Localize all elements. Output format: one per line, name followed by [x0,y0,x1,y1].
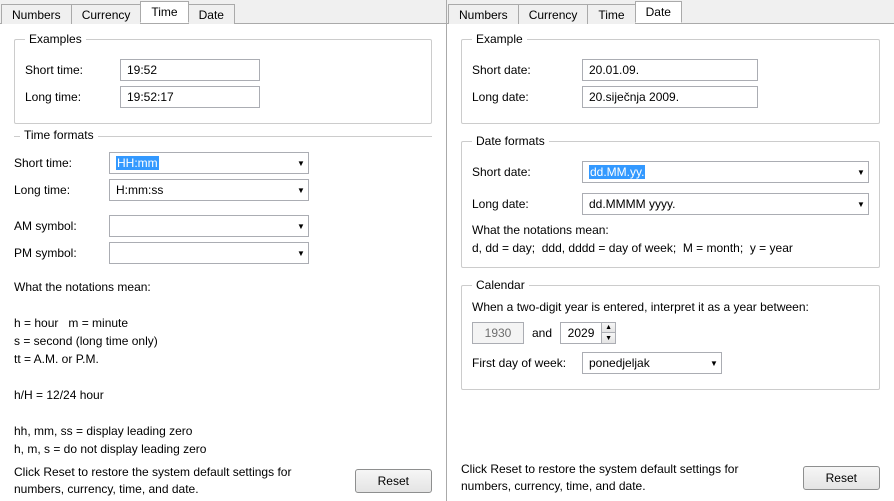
long-time-label: Long time: [25,90,120,104]
and-label: and [532,326,552,340]
first-day-combo[interactable]: ponedjeljak ▼ [582,352,722,374]
short-date-example [582,59,758,81]
fmt-short-time-label: Short time: [14,156,109,170]
long-date-label: Long date: [472,90,582,104]
date-formats-legend: Date formats [472,134,549,148]
spinner-up-icon[interactable]: ▲ [602,323,615,333]
reset-button[interactable]: Reset [355,469,432,493]
spinner-down-icon[interactable]: ▼ [602,333,615,343]
tab-date[interactable]: Date [188,4,235,24]
chevron-down-icon: ▼ [294,159,308,168]
date-notations-notes: What the notations mean: d, dd = day; dd… [472,221,869,257]
calendar-group: Calendar When a two-digit year is entere… [461,278,880,390]
long-time-format-combo[interactable]: H:mm:ss ▼ [109,179,309,201]
fmt-long-time-label: Long time: [14,183,109,197]
year-to-spinner[interactable]: ▲ ▼ [560,322,616,344]
chevron-down-icon: ▼ [294,222,308,231]
long-date-format-combo[interactable]: dd.MMMM yyyy. ▼ [582,193,869,215]
tab-time[interactable]: Time [140,1,188,23]
pm-symbol-label: PM symbol: [14,246,109,260]
tab-date[interactable]: Date [635,1,682,23]
left-tabs: Numbers Currency Time Date [0,0,446,24]
tab-currency[interactable]: Currency [518,4,589,24]
formats-legend: Time formats [20,128,98,142]
footer-text: Click Reset to restore the system defaul… [14,464,355,498]
chevron-down-icon: ▼ [294,249,308,258]
examples-group: Examples Short time: Long time: [14,32,432,124]
fmt-short-date-label: Short date: [472,165,582,179]
calendar-text: When a two-digit year is entered, interp… [472,300,869,314]
am-symbol-combo[interactable]: ▼ [109,215,309,237]
chevron-down-icon: ▼ [854,200,868,209]
example-legend: Example [472,32,527,46]
examples-legend: Examples [25,32,86,46]
date-formats-group: Date formats Short date: dd.MM.yy. ▼ Lon… [461,134,880,268]
fmt-long-date-label: Long date: [472,197,582,211]
pm-symbol-combo[interactable]: ▼ [109,242,309,264]
year-from-input [472,322,524,344]
short-date-format-combo[interactable]: dd.MM.yy. ▼ [582,161,869,183]
long-time-example [120,86,260,108]
short-time-format-combo[interactable]: HH:mm ▼ [109,152,309,174]
short-time-label: Short time: [25,63,120,77]
chevron-down-icon: ▼ [294,186,308,195]
short-time-example [120,59,260,81]
chevron-down-icon: ▼ [854,168,868,177]
first-day-label: First day of week: [472,356,582,370]
year-to-input[interactable] [561,324,601,342]
chevron-down-icon: ▼ [707,359,721,368]
example-group: Example Short date: Long date: [461,32,880,124]
tab-currency[interactable]: Currency [71,4,142,24]
calendar-legend: Calendar [472,278,529,292]
footer-text: Click Reset to restore the system defaul… [461,461,803,495]
long-date-example [582,86,758,108]
am-symbol-label: AM symbol: [14,219,109,233]
tab-numbers[interactable]: Numbers [448,4,519,24]
time-formats-group: Time formats Short time: HH:mm ▼ Long ti… [14,134,432,458]
right-tabs: Numbers Currency Time Date [447,0,894,24]
reset-button[interactable]: Reset [803,466,880,490]
tab-time[interactable]: Time [587,4,635,24]
short-date-label: Short date: [472,63,582,77]
tab-numbers[interactable]: Numbers [1,4,72,24]
notations-notes: What the notations mean: h = hour m = mi… [14,278,432,458]
